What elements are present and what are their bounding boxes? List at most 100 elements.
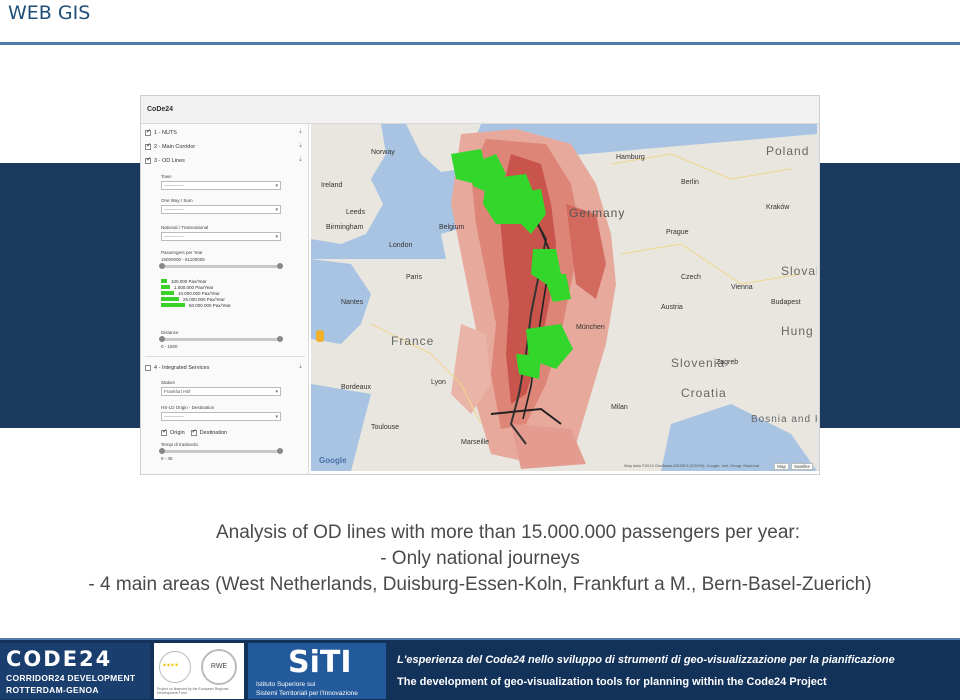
od-select[interactable]: -------------	[161, 412, 281, 421]
map-label-hamburg: Hamburg	[616, 154, 645, 161]
transfer-slider[interactable]	[159, 448, 283, 454]
layer-integrated-services-checkbox[interactable]	[145, 364, 151, 371]
eu-note: Project co-financed by the European Regi…	[157, 687, 229, 695]
map-label-germany: Germany	[569, 206, 626, 220]
origin-label: Origin	[170, 429, 185, 436]
map-label-belgium: Belgium	[439, 224, 465, 231]
destination-checkbox[interactable]	[190, 428, 197, 436]
move-down-icon[interactable]: ⇣	[298, 128, 303, 135]
pax-legend: 100.000 Pax/Year 1.000.000 Pax/Year 10.0…	[161, 278, 301, 308]
legend-bar	[161, 303, 185, 307]
legend-bar	[161, 285, 170, 289]
map-label-lyon: Lyon	[431, 379, 446, 386]
layer-main-corridor-label: 2 - Main Corridor	[154, 143, 196, 150]
map-label-toulouse: Toulouse	[371, 424, 400, 431]
google-logo: Google	[319, 456, 347, 465]
gis-screenshot: CoDe24 1 - NUTS ⇣ 2 - Main Corridor ⇣ 3 …	[140, 95, 820, 475]
move-down-icon[interactable]: ⇣	[298, 142, 303, 149]
layer-nuts-checkbox[interactable]	[145, 128, 151, 136]
map-label-ireland: Ireland	[321, 182, 343, 189]
station-select[interactable]: Frankfurt Hbf	[161, 387, 281, 396]
footer-text-english: The development of geo-visualization too…	[397, 676, 827, 688]
caption-line-3: - 4 main areas (West Netherlands, Duisbu…	[88, 574, 872, 595]
transfer-range: 5 - 45	[161, 456, 173, 461]
pax-label: Passengers per Year	[161, 250, 203, 255]
layer-main-corridor-checkbox[interactable]	[145, 142, 151, 150]
od-label: HS-LD Origin - Destination	[161, 405, 215, 410]
map-drawing	[311, 124, 817, 471]
map-label-birmingham: Birmingham	[326, 224, 364, 231]
map-type-map-button[interactable]: Map	[774, 463, 789, 470]
eu-logos: RWE Project co-financed by the European …	[154, 643, 244, 699]
map-label-nantes: Nantes	[341, 299, 364, 306]
map-label-poland: Poland	[766, 144, 810, 158]
pax-slider-max-handle[interactable]	[277, 263, 283, 269]
distance-label: Distance	[161, 330, 179, 335]
legend-bar	[161, 279, 167, 283]
pax-slider[interactable]	[159, 263, 283, 269]
map-label-slovakia: Slovak	[781, 264, 817, 278]
caption-line-1: Analysis of OD lines with more than 15.0…	[215, 522, 801, 543]
distance-slider-min-handle[interactable]	[159, 336, 165, 342]
street-view-icon[interactable]	[316, 330, 324, 342]
distance-slider[interactable]	[159, 336, 283, 342]
station-label: Station	[161, 380, 176, 385]
pax-range: 15000000 - 61100005	[161, 257, 205, 262]
eu-flag-icon	[159, 651, 191, 683]
legend-bar	[161, 291, 174, 295]
distance-slider-max-handle[interactable]	[277, 336, 283, 342]
layer-od-lines[interactable]: 3 - OD Lines ⇣	[145, 155, 305, 166]
layer-integrated-services-label: 4 - Integrated Services	[154, 364, 210, 371]
oneway-select[interactable]: -------------	[161, 205, 281, 214]
map-label-czech: Czech	[681, 274, 701, 281]
layer-main-corridor[interactable]: 2 - Main Corridor ⇣	[145, 141, 305, 152]
map-label-munich: München	[576, 324, 605, 331]
footer: CODE24 CORRIDOR24 DEVELOPMENT ROTTERDAM-…	[0, 638, 960, 700]
map-label-leeds: Leeds	[346, 209, 366, 216]
pax-slider-min-handle[interactable]	[159, 263, 165, 269]
move-down-icon[interactable]: ⇣	[298, 363, 303, 370]
national-select[interactable]: -------------	[161, 232, 281, 241]
map-label-prague: Prague	[666, 229, 689, 236]
origin-checkbox[interactable]	[161, 428, 167, 436]
map-label-budapest: Budapest	[771, 299, 801, 306]
map-label-zagreb: Zagreb	[716, 359, 739, 366]
layer-od-lines-checkbox[interactable]	[145, 156, 151, 164]
layer-od-lines-label: 3 - OD Lines	[154, 157, 185, 164]
map-type-satellite-button[interactable]: Satellite	[790, 463, 813, 470]
map-label-bordeaux: Bordeaux	[341, 384, 371, 391]
siti-logo: SiTI Istituto Superiore sui Sistemi Terr…	[248, 643, 386, 699]
map-scrollbar[interactable]	[817, 124, 819, 471]
transfer-slider-min-handle[interactable]	[159, 448, 165, 454]
decor-band-left	[0, 163, 140, 428]
map-label-marseille: Marseille	[461, 439, 490, 446]
decor-band-right	[820, 163, 960, 428]
distance-range: 0 - 1500	[161, 344, 178, 349]
town-select[interactable]: -------------	[161, 181, 281, 190]
transfer-slider-max-handle[interactable]	[277, 448, 283, 454]
map-type-controls: Map Satellite	[772, 463, 813, 470]
map-label-hungary: Hung	[781, 324, 814, 338]
map-canvas[interactable]: Norway Ireland Leeds Birmingham London B…	[311, 124, 817, 471]
layer-nuts[interactable]: 1 - NUTS ⇣	[145, 127, 305, 138]
layer-integrated-services[interactable]: 4 - Integrated Services ⇣	[145, 362, 305, 373]
map-label-norway: Norway	[371, 149, 395, 156]
title-rule	[0, 42, 960, 45]
map-label-milan: Milan	[611, 404, 628, 411]
map-label-france: France	[391, 334, 435, 348]
move-down-icon[interactable]: ⇣	[298, 156, 303, 163]
national-label: National / Transnational	[161, 225, 209, 230]
app-header: CoDe24	[141, 96, 819, 124]
map-attribution: Map data ©2014 GeoBasis-DE/BKG (©2009), …	[624, 463, 759, 468]
app-name: CoDe24	[147, 106, 174, 113]
rwe-logo: RWE	[201, 649, 237, 685]
legend-bar	[161, 297, 179, 301]
oneway-label: One Way / Sum	[161, 198, 193, 203]
slide-title: WEB GIS	[8, 2, 91, 24]
town-label: Town	[161, 174, 172, 179]
map-label-krakow: Kraków	[766, 204, 790, 211]
map-label-croatia: Croatia	[681, 386, 727, 400]
map-label-berlin: Berlin	[681, 179, 699, 186]
map-label-london: London	[389, 242, 413, 249]
map-label-austria: Austria	[661, 304, 683, 311]
